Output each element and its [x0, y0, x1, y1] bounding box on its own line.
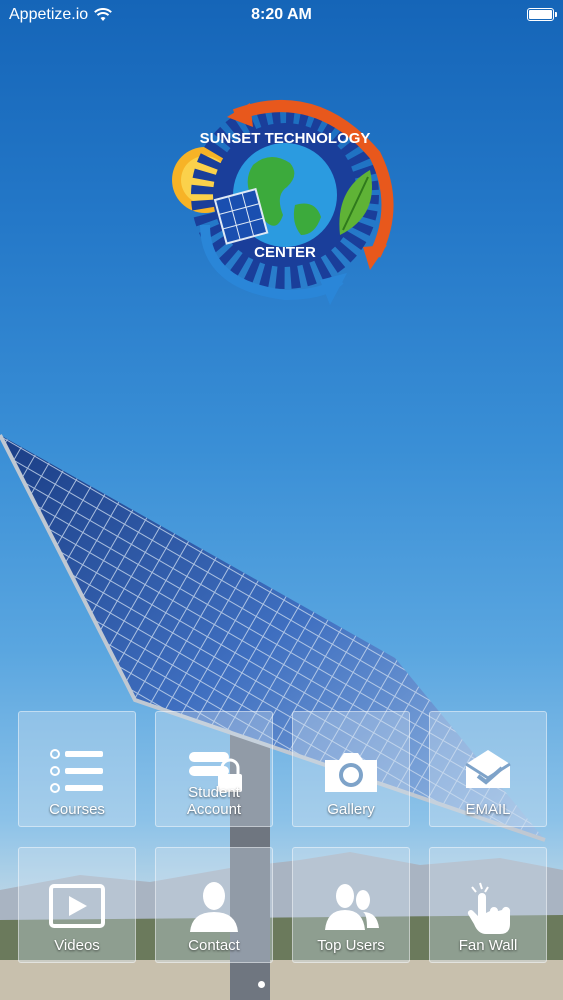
videos-tile[interactable]: Videos — [18, 847, 136, 963]
student-account-label: Student Account — [186, 784, 242, 818]
page-indicator-dot[interactable] — [258, 981, 265, 988]
battery-icon — [527, 8, 557, 21]
mail-icon — [430, 742, 546, 800]
logo-top-text: SUNSET TECHNOLOGY — [200, 130, 371, 147]
sunset-technology-logo: SUNSET TECHNOLOGY CENTER — [172, 100, 394, 305]
student-account-tile[interactable]: Student Account — [155, 711, 273, 827]
status-time: 8:20 AM — [251, 6, 312, 23]
courses-label: Courses — [49, 801, 105, 818]
top-users-label: Top Users — [317, 937, 385, 954]
logo-bottom-text: CENTER — [254, 244, 316, 261]
fan-wall-label: Fan Wall — [458, 937, 518, 954]
gallery-label: Gallery — [327, 801, 375, 818]
email-label: EMAIL — [465, 801, 511, 818]
play-icon — [19, 878, 135, 936]
videos-label: Videos — [54, 937, 100, 954]
camera-icon — [293, 742, 409, 800]
courses-tile[interactable]: Courses — [18, 711, 136, 827]
top-users-tile[interactable]: Top Users — [292, 847, 410, 963]
fan-wall-tile[interactable]: Fan Wall — [429, 847, 547, 963]
users-icon — [293, 878, 409, 936]
gallery-tile[interactable]: Gallery — [292, 711, 410, 827]
status-bar: Appetize.io 8:20 AM — [0, 0, 563, 30]
tap-icon — [430, 878, 546, 936]
contact-label: Contact — [188, 937, 240, 954]
list-icon — [19, 742, 135, 800]
person-icon — [156, 878, 272, 936]
navigation-grid: Courses Student Account Gallery EMAIL Vi… — [18, 711, 548, 966]
contact-tile[interactable]: Contact — [155, 847, 273, 963]
email-tile[interactable]: EMAIL — [429, 711, 547, 827]
